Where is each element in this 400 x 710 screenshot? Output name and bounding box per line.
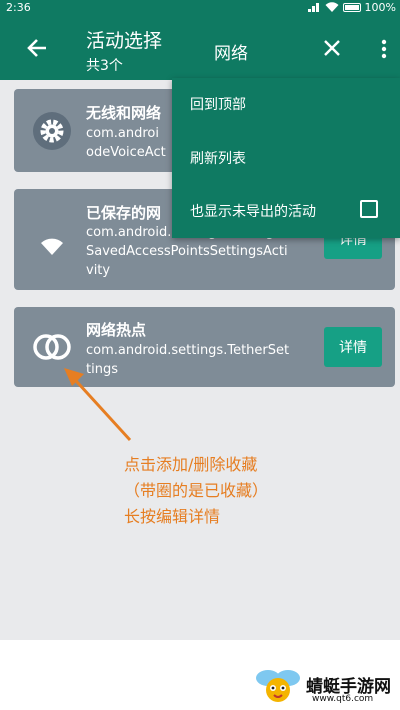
- activity-package-line1: com.android.settings.TetherSet: [86, 343, 290, 358]
- watermark-url: www.qt6.com: [312, 694, 374, 704]
- menu-item-refresh[interactable]: 刷新列表: [190, 148, 246, 168]
- search-input[interactable]: 网络: [214, 39, 248, 64]
- activity-name: 无线和网络: [86, 104, 162, 122]
- overflow-menu: 回到顶部 刷新列表 也显示未导出的活动: [172, 78, 400, 238]
- menu-item-show-unexported[interactable]: 也显示未导出的活动: [190, 201, 316, 221]
- back-arrow-icon[interactable]: [24, 34, 52, 62]
- show-unexported-checkbox[interactable]: [360, 200, 378, 218]
- annotation-text: 点击添加/删除收藏 （带圈的是已收藏） 长按编辑详情: [124, 452, 268, 530]
- activity-name: 网络热点: [86, 321, 147, 339]
- annotation-line3: 长按编辑详情: [124, 507, 221, 526]
- wifi-status-icon: [325, 2, 339, 13]
- annotation-arrow-icon: [64, 368, 132, 442]
- signal-icon: [307, 3, 319, 12]
- activity-name: 已保存的网: [86, 204, 162, 222]
- page-subtitle: 共3个: [86, 58, 123, 74]
- status-bar: 2:36 100%: [0, 0, 400, 17]
- status-icons: 100%: [307, 1, 396, 14]
- annotation-line2: （带圈的是已收藏）: [124, 481, 269, 500]
- activity-package-line3: vity: [86, 263, 111, 278]
- annotation-line1: 点击添加/删除收藏: [124, 455, 258, 474]
- menu-item-scroll-top[interactable]: 回到顶部: [190, 94, 246, 114]
- detail-button[interactable]: 详情: [324, 327, 382, 367]
- more-vertical-icon[interactable]: [374, 39, 394, 59]
- gear-icon: [33, 112, 71, 150]
- wifi-icon: [41, 238, 63, 255]
- battery-icon: [342, 3, 361, 12]
- close-icon[interactable]: [322, 38, 342, 58]
- app-toolbar: 活动选择 共3个 网络: [0, 17, 400, 80]
- page-title: 活动选择: [86, 30, 163, 52]
- battery-text: 100%: [364, 1, 396, 14]
- status-time: 2:36: [6, 1, 31, 14]
- dragonfly-logo-icon: [256, 670, 300, 702]
- activity-package-line2: SavedAccessPointsSettingsActi: [86, 244, 288, 259]
